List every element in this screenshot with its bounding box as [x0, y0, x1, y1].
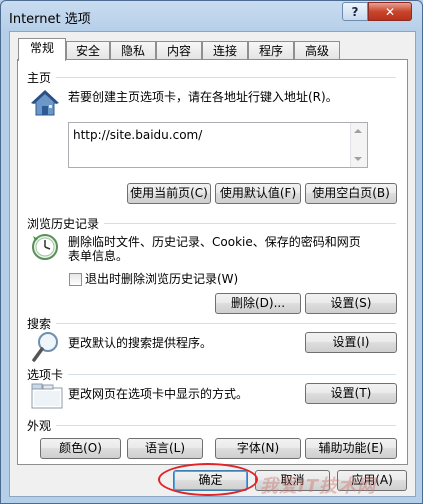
delete-on-exit-checkbox[interactable]: [69, 273, 82, 286]
search-description: 更改默认的搜索提供程序。: [68, 336, 213, 350]
history-description-line2: 表单信息。: [68, 249, 129, 263]
dialog-body: 常规 安全 隐私 内容 连接 程序 高级 主页 若要创建主页选项卡，请在各地址行…: [9, 31, 416, 497]
search-divider: [56, 323, 396, 324]
general-tab-panel: 主页 若要创建主页选项卡，请在各地址行键入地址(R)。 http://site.…: [17, 59, 408, 465]
fonts-button[interactable]: 字体(N): [215, 438, 301, 459]
tabbed-window-icon: [31, 383, 63, 409]
tabs-divider: [68, 374, 396, 375]
home-section-title: 主页: [27, 71, 52, 85]
home-url-text: http://site.baidu.com/: [73, 128, 203, 142]
appearance-section-title: 外观: [27, 419, 52, 433]
scroll-up-icon[interactable]: [354, 129, 362, 133]
window-title: Internet 选项: [9, 12, 91, 27]
search-settings-button[interactable]: 设置(I): [305, 332, 397, 353]
watermark: 我爱IT技术网: [260, 476, 376, 497]
close-button[interactable]: ✕: [368, 2, 412, 21]
ok-highlight-annotation: [158, 463, 258, 496]
history-clock-icon: [32, 234, 58, 260]
accessibility-button[interactable]: 辅助功能(E): [305, 438, 397, 459]
tabs-section-title: 选项卡: [27, 368, 64, 382]
home-icon: [31, 90, 59, 116]
languages-button[interactable]: 语言(L): [127, 438, 203, 459]
tab-content[interactable]: 内容: [156, 41, 202, 59]
home-divider: [56, 77, 396, 78]
tabs-description: 更改网页在选项卡中显示的方式。: [68, 387, 249, 401]
tabs-settings-button[interactable]: 设置(T): [305, 383, 397, 404]
delete-history-button[interactable]: 删除(D)...: [215, 293, 301, 314]
history-description-line1: 删除临时文件、历史记录、Cookie、保存的密码和网页: [68, 235, 361, 249]
search-magnifier-icon: [32, 332, 58, 362]
history-settings-button[interactable]: 设置(S): [305, 293, 397, 314]
history-divider: [104, 223, 396, 224]
home-url-textarea[interactable]: http://site.baidu.com/: [68, 122, 368, 168]
title-bar: Internet 选项 ? ✕: [1, 1, 422, 31]
home-description: 若要创建主页选项卡，请在各地址行键入地址(R)。: [68, 90, 338, 104]
url-scrollbar[interactable]: [350, 123, 367, 167]
colors-button[interactable]: 颜色(O): [40, 438, 121, 459]
use-default-button[interactable]: 使用默认值(F): [215, 183, 301, 204]
use-current-button[interactable]: 使用当前页(C): [127, 183, 211, 204]
use-blank-button[interactable]: 使用空白页(B): [305, 183, 397, 204]
internet-options-window: Internet 选项 ? ✕ 常规 安全 隐私 内容 连接 程序 高级 主页 …: [0, 0, 423, 504]
scroll-down-icon[interactable]: [354, 157, 362, 161]
delete-on-exit-label[interactable]: 退出时删除浏览历史记录(W): [85, 272, 238, 286]
tab-connections[interactable]: 连接: [202, 41, 248, 59]
tab-general[interactable]: 常规: [18, 38, 66, 61]
tab-programs[interactable]: 程序: [248, 41, 294, 59]
tab-advanced[interactable]: 高级: [294, 41, 340, 59]
tab-privacy[interactable]: 隐私: [110, 41, 156, 59]
tab-security[interactable]: 安全: [66, 41, 110, 59]
appearance-divider: [56, 425, 396, 426]
help-button[interactable]: ?: [342, 2, 368, 21]
